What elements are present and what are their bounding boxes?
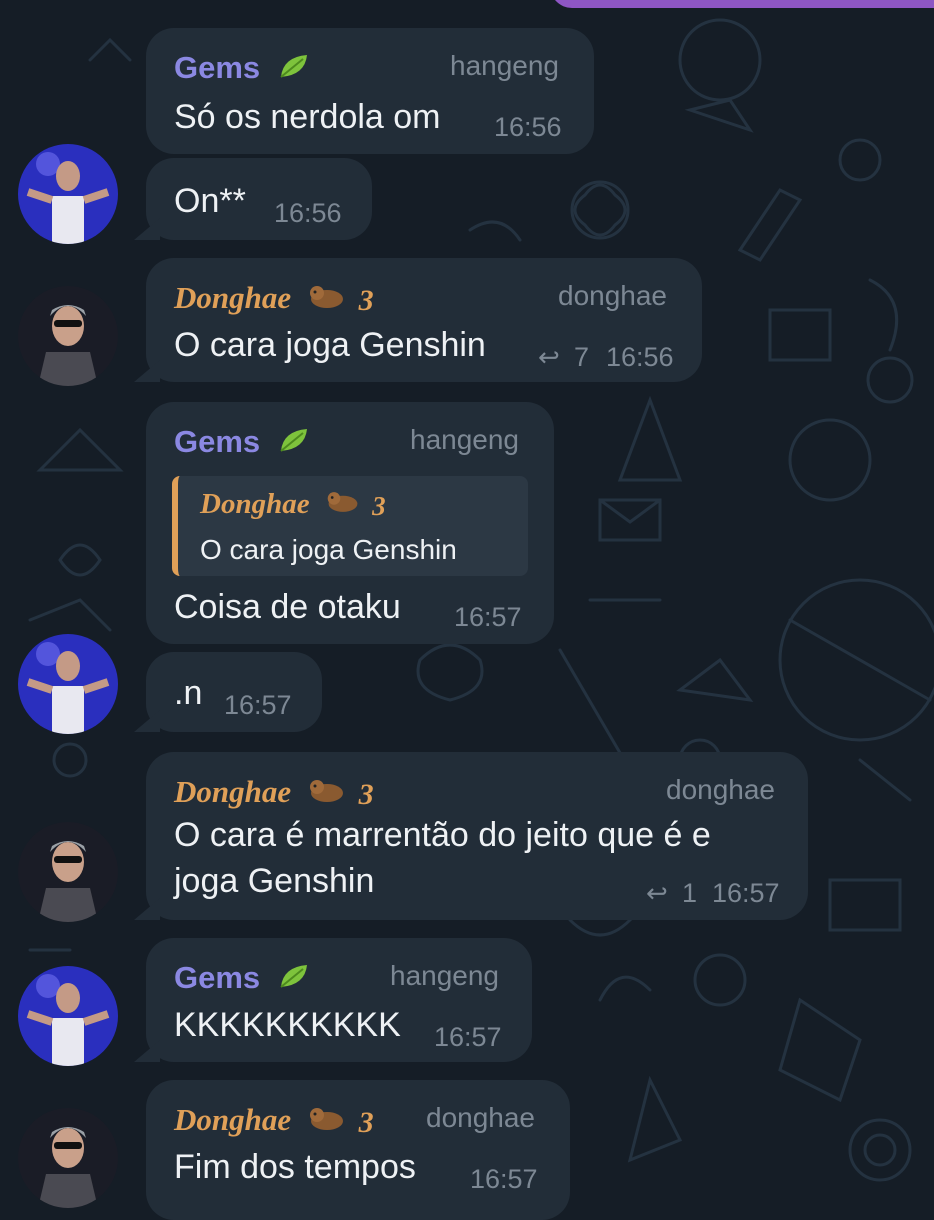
- sender-name[interactable]: Donghae 3: [174, 280, 374, 319]
- message-bubble[interactable]: Gems hangeng Só os nerdola om 16:56: [146, 28, 594, 154]
- message-time: 16:57: [454, 602, 522, 632]
- sender-name[interactable]: Donghae 3: [174, 774, 374, 813]
- message-text: joga Genshin: [174, 862, 375, 900]
- sender-name[interactable]: Gems: [174, 424, 311, 463]
- sender-handle: hangeng: [390, 960, 500, 991]
- message-time: 16:57: [434, 1022, 502, 1052]
- leaf-icon: [277, 425, 311, 463]
- message-time: 16:56: [606, 342, 674, 372]
- quoted-sender: Donghae 3: [200, 488, 386, 523]
- message-text: KKKKKKKKKK: [174, 1006, 401, 1044]
- quoted-message[interactable]: Donghae 3 O cara joga Genshin: [172, 476, 528, 576]
- badge-digit: 3: [372, 490, 386, 521]
- avatar[interactable]: [18, 966, 118, 1066]
- avatar[interactable]: [18, 634, 118, 734]
- quoted-text: O cara joga Genshin: [200, 534, 457, 565]
- message-bubble[interactable]: Gems hangeng KKKKKKKKKK 16:57: [146, 938, 532, 1062]
- badge-digit: 3: [358, 283, 374, 317]
- sender-handle: donghae: [558, 280, 668, 311]
- outgoing-message-edge: [550, 0, 934, 8]
- reply-count[interactable]: 7: [574, 342, 589, 373]
- sender-name[interactable]: Donghae 3: [174, 1102, 374, 1141]
- reply-arrow-icon[interactable]: ↩: [646, 878, 668, 909]
- sender-handle: donghae: [666, 774, 776, 805]
- message-time: 16:56: [494, 112, 562, 142]
- message-text: On**: [174, 182, 246, 220]
- message-bubble[interactable]: Donghae 3 donghae Fim dos tempos 16:57: [146, 1080, 570, 1220]
- badge-digit: 3: [358, 777, 374, 811]
- message-text: O cara joga Genshin: [174, 326, 486, 364]
- message-bubble[interactable]: Donghae 3 donghae O cara joga Genshin ↩ …: [146, 258, 702, 382]
- message-text: Coisa de otaku: [174, 588, 401, 626]
- otter-icon: [307, 777, 347, 813]
- leaf-icon: [277, 961, 311, 999]
- message-bubble[interactable]: Donghae 3 donghae O cara é marrentão do …: [146, 752, 808, 920]
- message-bubble[interactable]: On** 16:56: [146, 158, 372, 240]
- reply-count[interactable]: 1: [682, 878, 697, 909]
- message-time: 16:57: [224, 690, 292, 720]
- leaf-icon: [277, 51, 311, 89]
- sender-name[interactable]: Gems: [174, 50, 311, 89]
- otter-icon: [325, 489, 361, 523]
- message-text: Fim dos tempos: [174, 1148, 416, 1186]
- avatar[interactable]: [18, 286, 118, 386]
- reply-arrow-icon[interactable]: ↩: [538, 342, 560, 373]
- avatar[interactable]: [18, 1108, 118, 1208]
- message-time: 16:57: [470, 1164, 538, 1194]
- sender-handle: donghae: [426, 1102, 536, 1133]
- sender-name[interactable]: Gems: [174, 960, 311, 999]
- otter-icon: [307, 283, 347, 319]
- sender-handle: hangeng: [450, 50, 560, 81]
- message-time: 16:56: [274, 198, 342, 228]
- badge-digit: 3: [358, 1105, 374, 1139]
- message-text: Só os nerdola om: [174, 98, 441, 136]
- message-text: .n: [174, 674, 203, 712]
- otter-icon: [307, 1105, 347, 1141]
- message-bubble[interactable]: Gems hangeng Donghae 3 O cara joga Gensh…: [146, 402, 554, 644]
- message-bubble[interactable]: .n 16:57: [146, 652, 322, 732]
- message-time: 16:57: [712, 878, 780, 908]
- avatar[interactable]: [18, 144, 118, 244]
- avatar[interactable]: [18, 822, 118, 922]
- message-text: O cara é marrentão do jeito que é e: [174, 816, 711, 854]
- sender-handle: hangeng: [410, 424, 520, 455]
